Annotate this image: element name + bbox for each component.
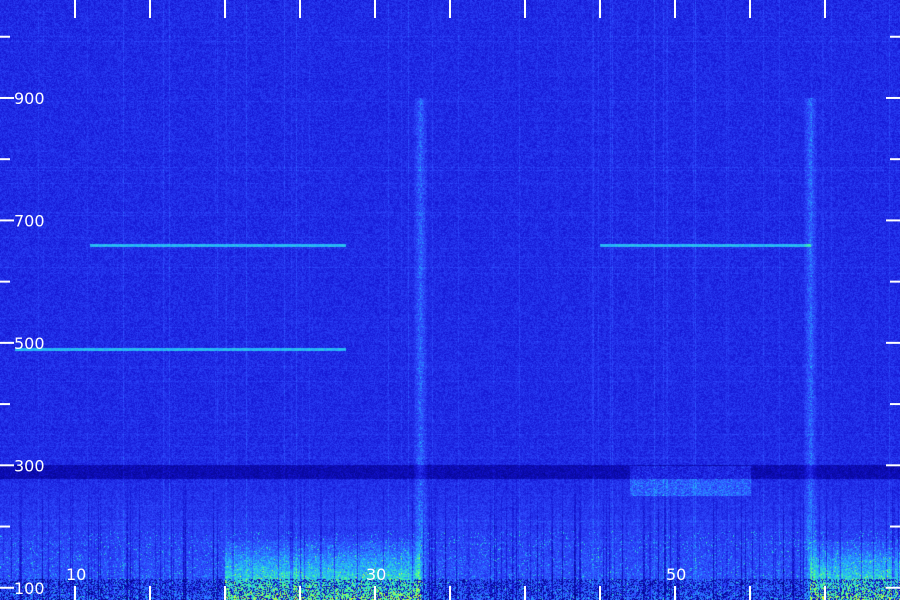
y-tick-label-700: 700 — [14, 211, 45, 230]
x-tick-label-30: 30 — [366, 565, 386, 584]
tick-marks — [0, 0, 900, 600]
spectrogram-chart: 900 700 500 300 100 10 30 50 — [0, 0, 900, 600]
y-tick-label-900: 900 — [14, 89, 45, 108]
x-tick-label-10: 10 — [66, 565, 86, 584]
y-tick-label-100: 100 — [14, 579, 45, 598]
y-axis-labels: 900 700 500 300 100 — [14, 89, 45, 598]
axis-overlay: 900 700 500 300 100 10 30 50 — [0, 0, 900, 600]
y-tick-label-300: 300 — [14, 456, 45, 475]
x-axis-labels: 10 30 50 — [66, 565, 686, 584]
x-tick-label-50: 50 — [666, 565, 686, 584]
y-tick-label-500: 500 — [14, 334, 45, 353]
